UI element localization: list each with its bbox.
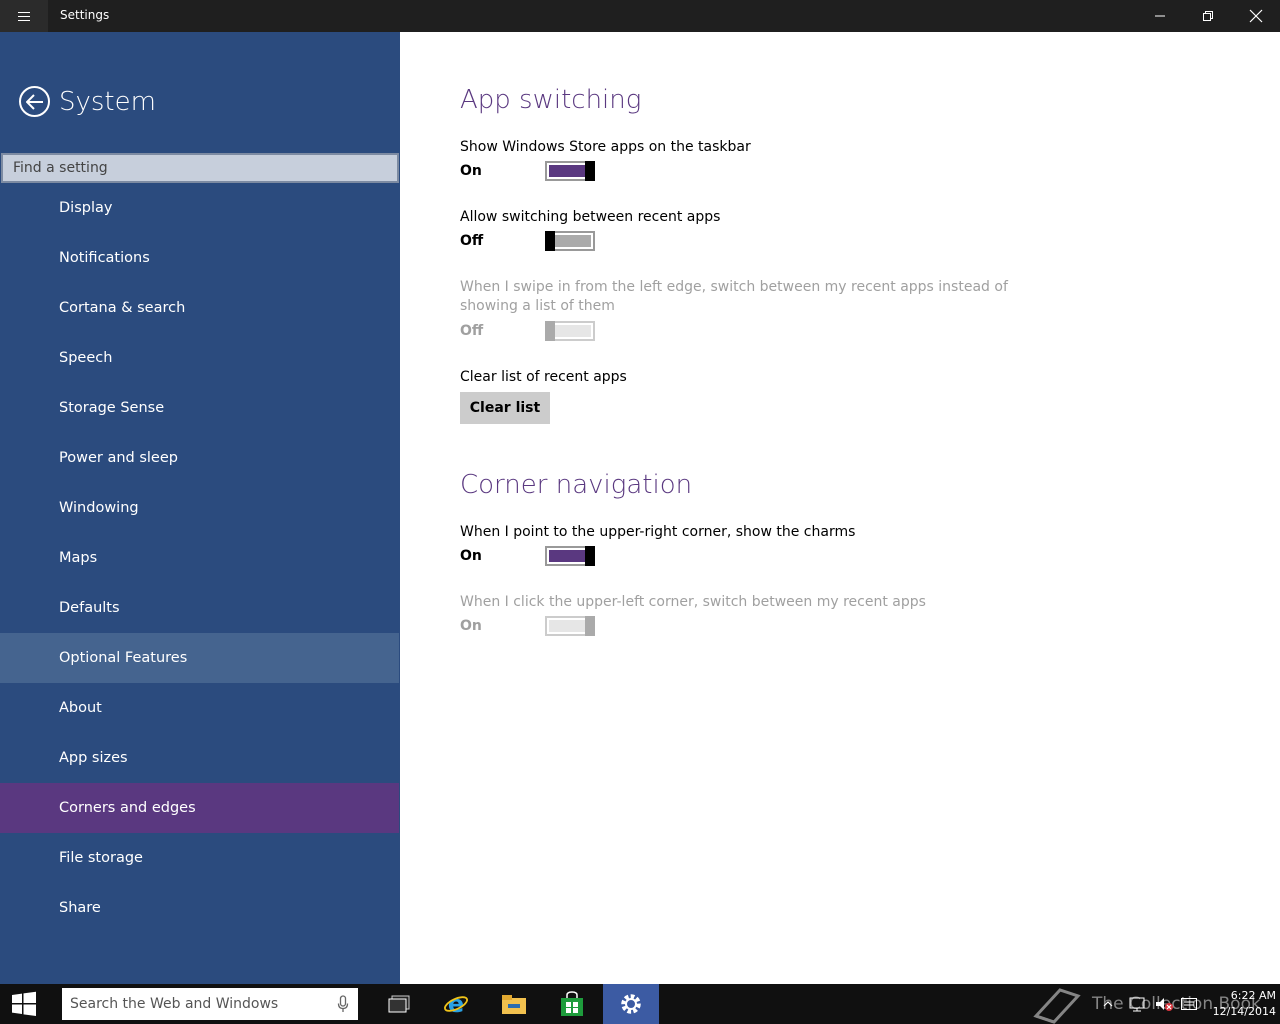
clear-list-button[interactable]: Clear list [460, 392, 550, 424]
toggle-state: Off [460, 323, 484, 339]
sidebar-item-about[interactable]: About [0, 683, 399, 733]
sidebar-item-storage-sense[interactable]: Storage Sense [0, 383, 399, 433]
show-hidden-icons-icon[interactable] [1102, 984, 1114, 1024]
toggle-switch-recent-apps[interactable] [545, 231, 595, 251]
toggle-store-apps-taskbar[interactable] [545, 161, 595, 181]
main-content: App switching Show Windows Store apps on… [400, 32, 1280, 984]
restore-button[interactable] [1184, 0, 1232, 32]
find-setting-input[interactable] [3, 155, 397, 181]
sidebar-item-display[interactable]: Display [0, 183, 399, 233]
book-watermark-icon [1033, 988, 1081, 1024]
toggle-upper-left-corner [545, 616, 595, 636]
sidebar-item-windowing[interactable]: Windowing [0, 483, 399, 533]
sidebar-item-label: Defaults [59, 600, 120, 616]
task-view-icon[interactable] [371, 984, 427, 1024]
sidebar-item-label: Storage Sense [59, 400, 165, 416]
section-title-corner-navigation: Corner navigation [460, 470, 693, 500]
back-button[interactable] [19, 86, 50, 117]
microphone-icon[interactable] [328, 995, 358, 1013]
toggle-state: On [460, 618, 482, 634]
sidebar-item-label: Optional Features [59, 650, 188, 666]
find-setting-box[interactable] [1, 153, 399, 183]
toggle-state: Off [460, 233, 484, 249]
sidebar-item-label: Corners and edges [59, 800, 196, 816]
windows-logo-icon [12, 991, 36, 1016]
taskbar-clock[interactable]: 6:22 AM 12/14/2014 [1196, 988, 1276, 1020]
page-title: System [59, 87, 156, 117]
sidebar-item-maps[interactable]: Maps [0, 533, 399, 583]
sidebar-item-label: Share [59, 900, 101, 916]
restore-icon [1203, 11, 1213, 21]
sidebar-item-share[interactable]: Share [0, 883, 399, 933]
close-icon [1249, 9, 1263, 23]
section-title-app-switching: App switching [460, 85, 642, 115]
svg-text:e: e [448, 991, 464, 1017]
title-bar: Settings [0, 0, 1280, 32]
sidebar-item-app-sizes[interactable]: App sizes [0, 733, 399, 783]
hamburger-menu-icon[interactable] [0, 0, 48, 32]
sidebar-item-label: Power and sleep [59, 450, 178, 466]
sidebar-item-label: App sizes [59, 750, 128, 766]
close-button[interactable] [1232, 0, 1280, 32]
sidebar-item-notifications[interactable]: Notifications [0, 233, 399, 283]
sidebar-item-power-sleep[interactable]: Power and sleep [0, 433, 399, 483]
sidebar-item-label: Speech [59, 350, 113, 366]
toggle-state: On [460, 163, 482, 179]
network-icon[interactable] [1128, 984, 1146, 1024]
setting-label: Show Windows Store apps on the taskbar [460, 139, 751, 155]
sidebar-item-label: Cortana & search [59, 300, 186, 316]
toggle-swipe-left-edge [545, 321, 595, 341]
sidebar-item-cortana-search[interactable]: Cortana & search [0, 283, 399, 333]
taskbar-search-input[interactable] [62, 988, 328, 1020]
sidebar-item-optional-features[interactable]: Optional Features [0, 633, 399, 683]
taskbar-search-box[interactable] [62, 988, 358, 1020]
clock-date: 12/14/2014 [1212, 1005, 1276, 1018]
sidebar-item-speech[interactable]: Speech [0, 333, 399, 383]
sidebar-item-label: File storage [59, 850, 143, 866]
minimize-button[interactable] [1136, 0, 1184, 32]
settings-icon[interactable] [603, 984, 659, 1024]
back-arrow-icon [25, 93, 43, 110]
setting-label: When I point to the upper-right corner, … [460, 524, 856, 540]
sidebar-item-corners-edges[interactable]: Corners and edges [0, 783, 399, 833]
sidebar: System Display Notifications Cortana & s… [0, 32, 400, 984]
taskbar: e The Collection Book 6:22 AM 12/14/2014 [0, 984, 1280, 1024]
setting-label: When I click the upper-left corner, swit… [460, 594, 926, 610]
sidebar-item-label: Maps [59, 550, 98, 566]
sidebar-item-label: Display [59, 200, 113, 216]
sidebar-item-file-storage[interactable]: File storage [0, 833, 399, 883]
sidebar-item-label: Windowing [59, 500, 139, 516]
clear-list-label: Clear list of recent apps [460, 369, 627, 385]
internet-explorer-icon[interactable]: e [428, 984, 484, 1024]
setting-label: When I swipe in from the left edge, swit… [460, 279, 1008, 314]
toggle-state: On [460, 548, 482, 564]
app-title: Settings [60, 8, 110, 22]
toggle-show-charms[interactable] [545, 546, 595, 566]
sidebar-item-defaults[interactable]: Defaults [0, 583, 399, 633]
start-button[interactable] [0, 984, 48, 1024]
file-explorer-icon[interactable] [486, 984, 542, 1024]
volume-muted-icon[interactable] [1154, 984, 1174, 1024]
store-icon[interactable] [544, 984, 600, 1024]
sidebar-item-label: Notifications [59, 250, 150, 266]
clock-time: 6:22 AM [1230, 989, 1276, 1002]
minimize-icon [1155, 15, 1165, 17]
setting-label: Allow switching between recent apps [460, 209, 721, 225]
sidebar-item-label: About [59, 700, 102, 716]
